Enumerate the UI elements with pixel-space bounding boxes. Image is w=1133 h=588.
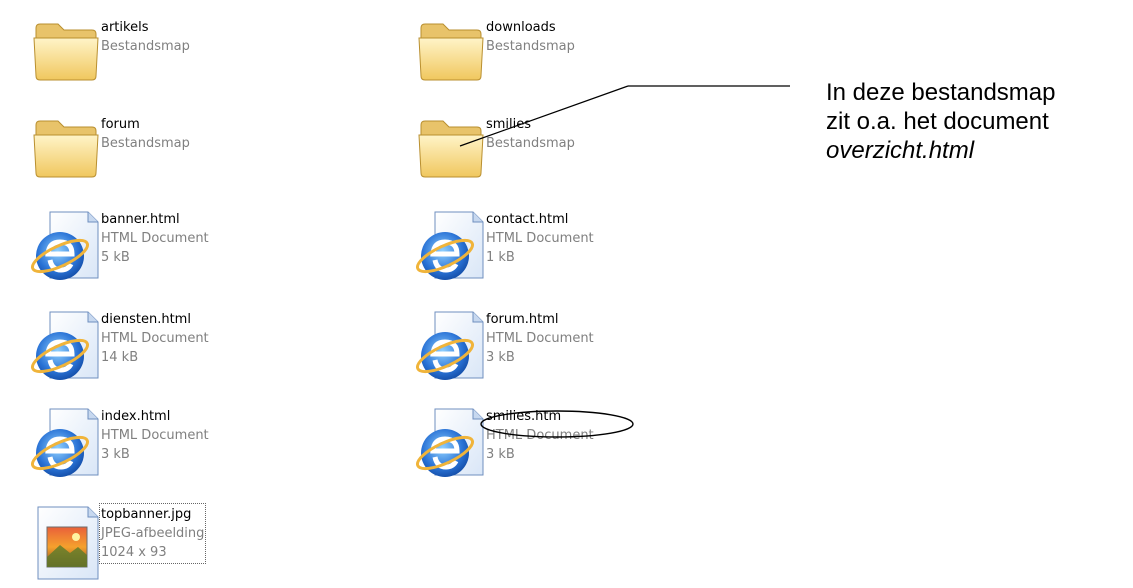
annotation-line-3: overzicht.html: [826, 137, 975, 164]
annotation-line-1: In deze bestandsmap: [826, 79, 1056, 106]
annotation-line-2: zit o.a. het document: [826, 108, 1049, 135]
annotation-callout: In deze bestandsmap zit o.a. het documen…: [826, 78, 1056, 165]
annotation-pointer-line: [459, 85, 629, 147]
highlight-ellipse: [480, 410, 634, 438]
